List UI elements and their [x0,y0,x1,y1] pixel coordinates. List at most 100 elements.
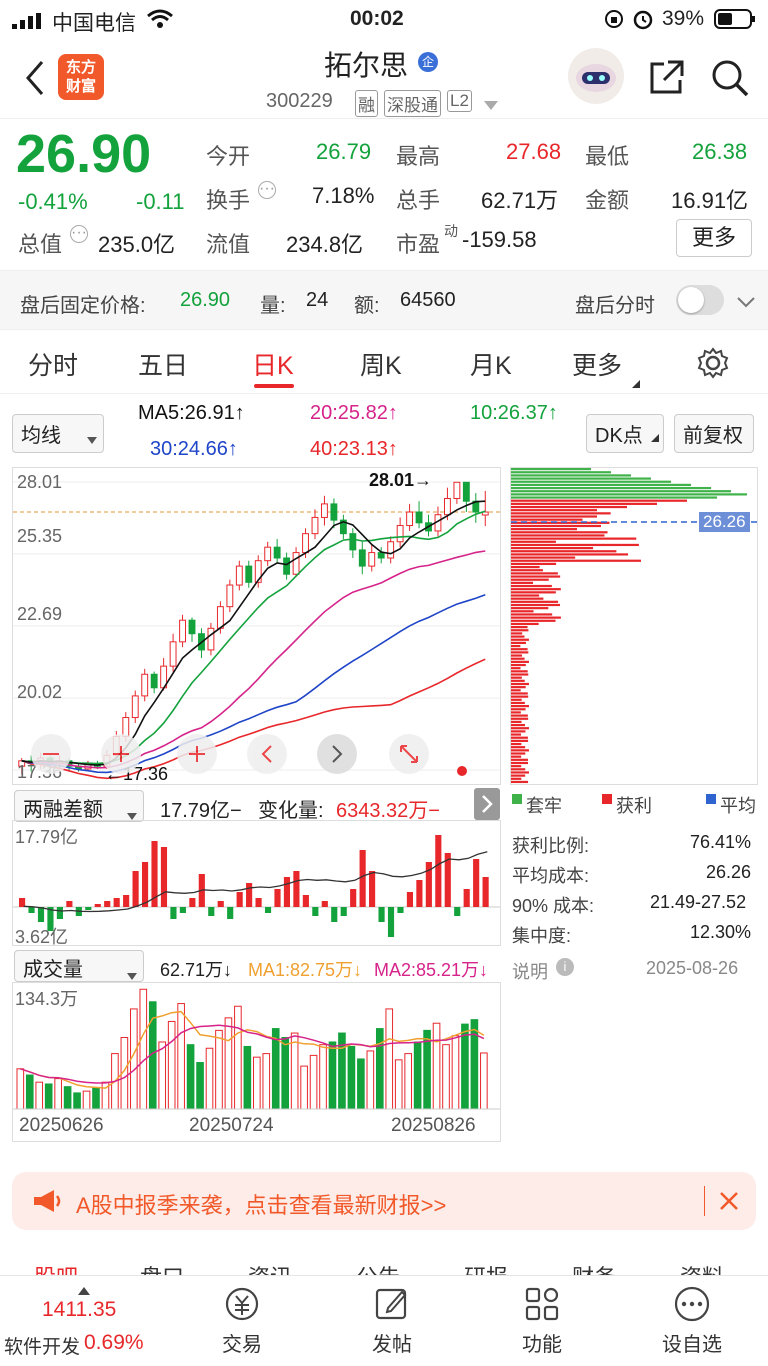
gear-icon[interactable] [696,346,730,387]
chip-bar [511,581,534,584]
tab-weekly-k[interactable]: 周K [360,346,402,382]
high-marker: 28.01→ [369,470,433,490]
quote-panel: 26.90 -0.41% -0.11 今开 26.79 最高 27.68 最低 … [0,118,768,270]
post-button[interactable]: 发帖 [332,1284,452,1357]
volume-top-label: 134.3万 [15,989,79,1009]
volume-bar [234,1005,242,1110]
sector-name[interactable]: 软件开发 [4,1332,80,1359]
tab-intraday[interactable]: 分时 [28,346,78,382]
after-hours-price: 26.90 [180,289,231,311]
chip-bar [511,765,522,768]
candle-body [188,619,196,635]
info-icon[interactable]: i [556,958,574,976]
chip-bar [511,638,529,641]
y-tick-label: 28.01 [17,472,63,492]
volume-bar [177,1003,185,1110]
adjust-button[interactable]: 前复权 [674,414,754,453]
chip-bar [511,518,583,521]
chip-bar [511,648,528,651]
pe-superscript: 动 [444,223,458,239]
pe-value: -159.58 [462,227,537,252]
tab-daily-k[interactable]: 日K [252,346,294,382]
chip-bar [511,701,525,705]
date-label: 20250626 [19,1115,104,1136]
dropdown-arrow-icon [87,427,97,450]
functions-label: 功能 [522,1334,562,1356]
margin-bar [369,871,376,907]
more-button[interactable]: 更多 [676,219,752,257]
ma-selector[interactable]: 均线 [12,414,104,453]
tab-five-day[interactable]: 五日 [138,346,188,382]
margin-bar [312,907,319,916]
corner-arrow-icon [651,425,659,448]
megaphone-icon [32,1188,62,1219]
share-icon[interactable] [646,58,686,103]
chip-bar [511,626,528,629]
chip-bar [511,499,687,502]
tab-monthly-k[interactable]: 月K [470,346,512,382]
candle-body [131,695,139,719]
volume-chart[interactable]: 134.3万 20250626 20250724 20250826 [12,982,501,1142]
add-watchlist-button[interactable]: 设自选 [632,1284,752,1357]
chip-bar [511,746,526,749]
candle-body [406,511,414,527]
enterprise-badge: 企 [418,52,438,72]
functions-button[interactable]: 功能 [482,1284,602,1357]
stat-label: 平均成本: [512,866,590,886]
chip-bar [511,562,557,566]
zoom-out-button[interactable] [31,734,71,774]
volume-bar [404,1053,412,1110]
collapse-panel-button[interactable] [474,788,500,820]
chip-distribution[interactable]: 26.26 [510,467,758,785]
chip-bar [511,758,528,761]
trade-label: 交易 [222,1334,262,1356]
volume-selector[interactable]: 成交量 [14,950,144,982]
note-label[interactable]: 说明 [512,958,548,984]
search-icon[interactable] [710,58,750,103]
info-icon[interactable]: ··· [258,181,276,199]
candle-body [358,549,366,567]
candle-body [264,546,272,562]
tag-l2: L2 [447,90,472,112]
chip-bar [511,755,522,758]
plus-icon[interactable] [177,734,217,774]
close-icon[interactable] [718,1190,740,1217]
float-value: 234.8亿 [286,232,364,257]
volume-bar [432,1022,441,1110]
volume-bar [461,1023,469,1110]
trade-button[interactable]: 交易 [182,1284,302,1357]
sector-index-value[interactable]: 1411.35 [42,1298,116,1322]
margin-bar [94,904,101,907]
back-icon[interactable] [22,58,48,103]
info-icon[interactable]: ··· [70,225,88,243]
chip-bar [511,509,597,512]
candle-body [235,565,243,586]
chip-bar [511,505,627,509]
expand-icon[interactable] [389,734,429,774]
margin-bar [406,892,414,907]
dk-point-button[interactable]: DK点 [586,414,664,453]
assistant-avatar[interactable] [568,48,624,104]
kline-chart[interactable]: 28.01 25.35 22.69 20.02 17.36 28.01→ ←17… [12,467,501,785]
tab-more[interactable]: 更多 [572,346,622,382]
chevron-down-icon[interactable] [736,293,756,316]
chip-bar [511,749,529,752]
volume-bar [205,1047,214,1110]
chip-bar [511,616,561,619]
zoom-in-button[interactable] [101,734,141,774]
chip-bar [511,490,731,493]
chip-bar [511,695,529,698]
after-hours-toggle[interactable] [676,285,724,315]
chip-bar [511,752,526,755]
promo-banner[interactable]: A股中报季来袭，点击查看最新财报>> [12,1172,756,1230]
chip-bar [511,692,528,695]
margin-value: 17.79亿− [160,800,242,822]
margin-chart[interactable]: 17.79亿 3.62亿 [12,820,501,947]
dropdown-arrow-icon[interactable] [484,98,498,116]
scroll-left-button[interactable] [247,734,287,774]
chip-bar [511,714,528,717]
scroll-right-button[interactable] [317,734,357,774]
margin-selector[interactable]: 两融差额 [14,790,144,822]
carrier: 中国电信 [52,12,136,35]
y-tick-label: 22.69 [17,604,63,624]
